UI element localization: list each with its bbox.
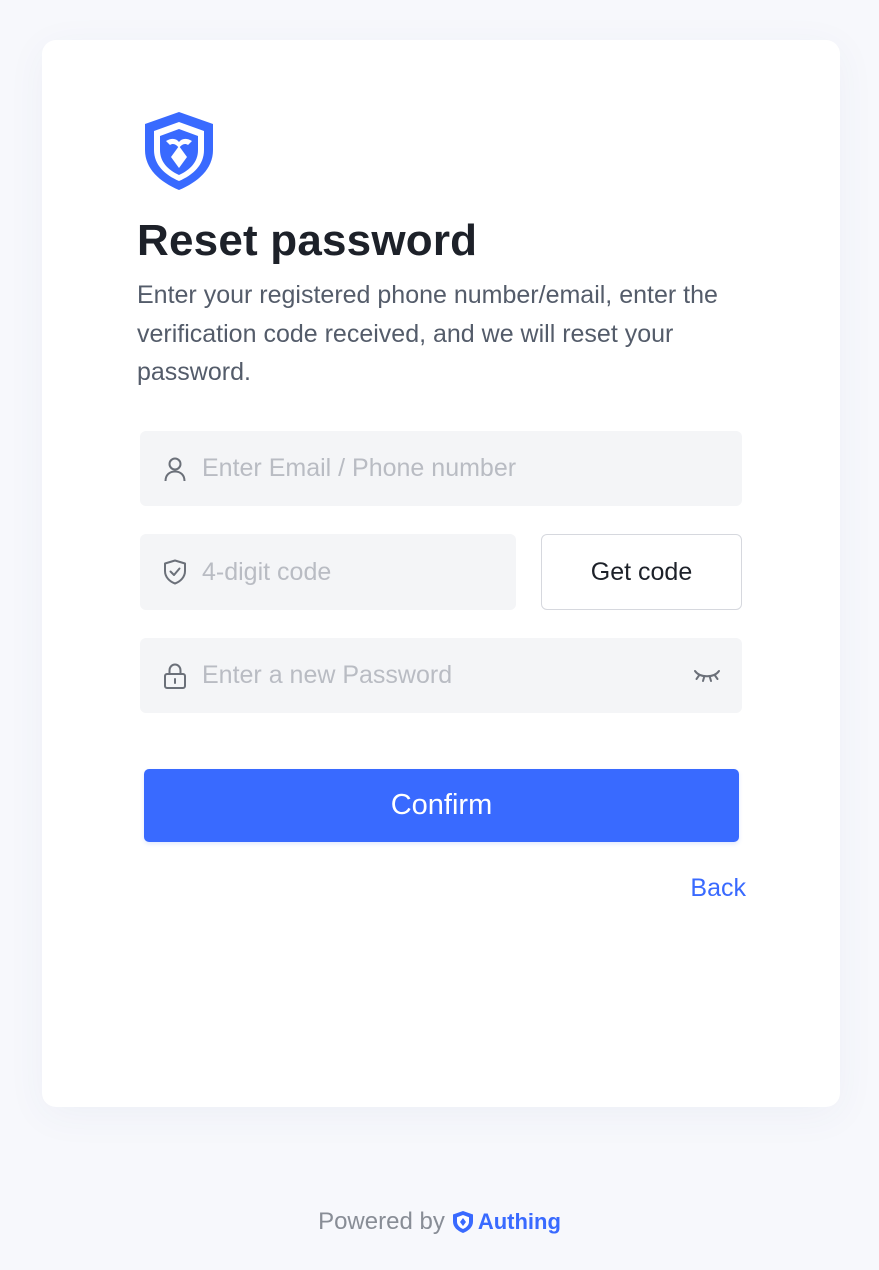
password-field (140, 638, 742, 713)
code-input[interactable] (202, 534, 456, 610)
powered-by: Powered by Authing (0, 1208, 879, 1236)
shield-logo-icon (142, 110, 216, 192)
user-icon (162, 456, 188, 482)
shield-check-icon (162, 559, 188, 585)
powered-by-label: Powered by (318, 1208, 445, 1235)
reset-password-card: Reset password Enter your registered pho… (42, 40, 840, 1107)
password-input[interactable] (202, 638, 682, 713)
page-title: Reset password (137, 216, 478, 265)
account-input[interactable] (202, 431, 682, 506)
authing-logo-icon (452, 1211, 473, 1233)
eye-closed-icon[interactable] (692, 664, 722, 688)
code-field (140, 534, 516, 610)
get-code-button[interactable]: Get code (541, 534, 742, 610)
page-subtitle: Enter your registered phone number/email… (137, 281, 718, 386)
back-link[interactable]: Back (690, 874, 746, 903)
confirm-button[interactable]: Confirm (144, 769, 739, 842)
authing-brand-link[interactable]: Authing (452, 1209, 561, 1235)
lock-icon (162, 662, 188, 689)
authing-brand-label: Authing (477, 1209, 561, 1234)
account-field (140, 431, 742, 506)
